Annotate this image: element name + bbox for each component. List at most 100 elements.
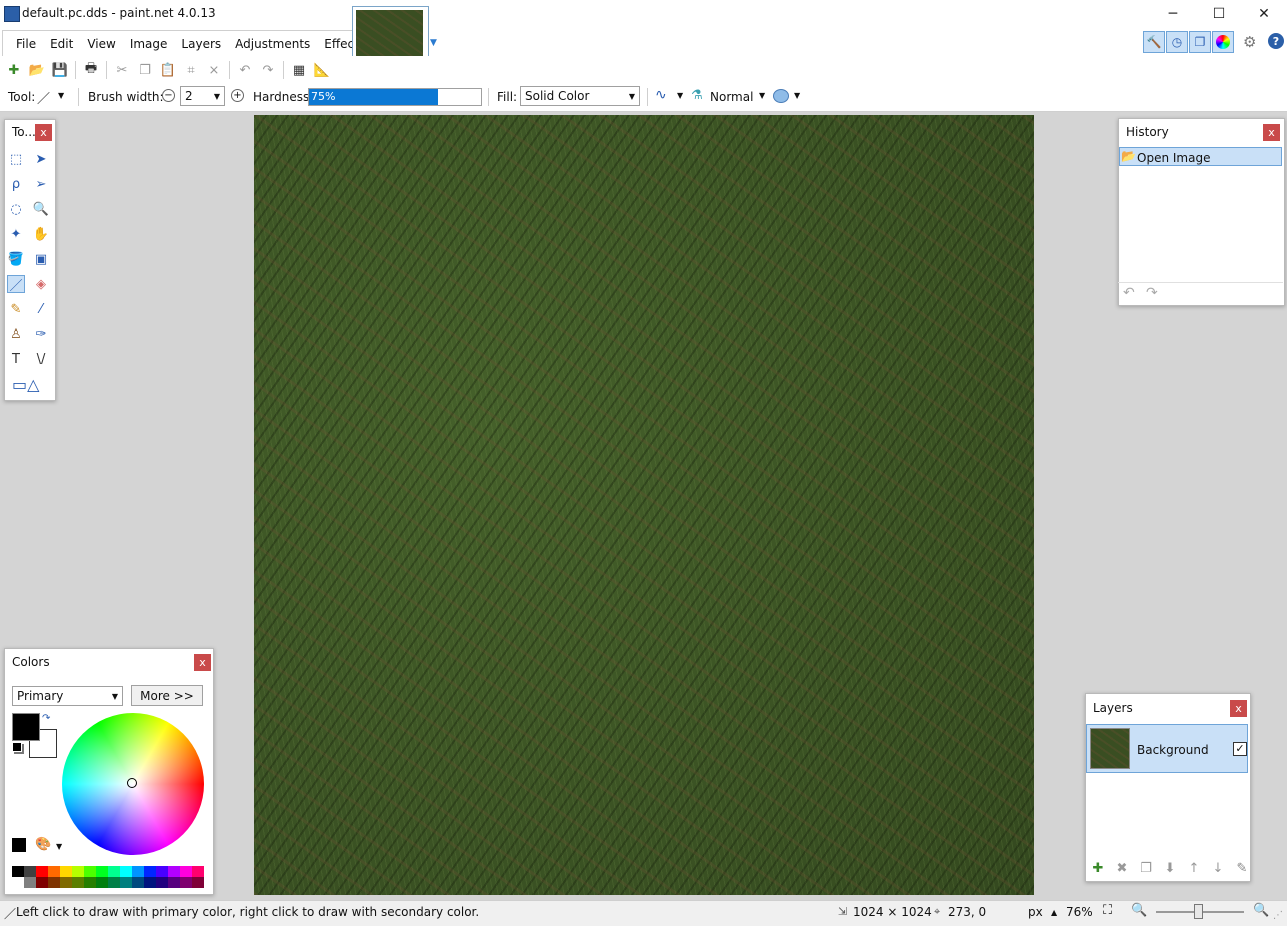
tab-list-dropdown-icon[interactable]: ▼ [430, 38, 437, 48]
merge-layer-down-icon[interactable]: ⬇ [1162, 860, 1178, 876]
ruler-icon[interactable]: 📐 [314, 62, 330, 78]
tools-panel-close-button[interactable]: x [35, 124, 52, 141]
zoom-to-window-icon[interactable]: ⛶ [1103, 903, 1112, 918]
decrease-width-icon[interactable]: − [162, 89, 175, 102]
current-tool-paintbrush-icon[interactable]: ／ [37, 88, 50, 107]
colors-panel-title: Colors [12, 655, 50, 669]
history-window-toggle-icon[interactable]: ◷ [1166, 31, 1188, 53]
minimize-button[interactable]: ─ [1150, 0, 1196, 28]
move-layer-up-icon[interactable]: ↑ [1186, 860, 1202, 876]
selection-mode-dropdown-icon[interactable]: ▼ [794, 91, 800, 100]
blend-mode-flask-icon[interactable]: ⚗ [691, 88, 703, 103]
paste-icon[interactable]: 📋 [160, 62, 176, 78]
settings-gear-icon[interactable]: ⚙ [1243, 33, 1256, 51]
menu-layers[interactable]: Layers [174, 37, 228, 51]
color-mode-combo[interactable]: Primary ▼ [12, 686, 123, 706]
chevron-down-icon: ▼ [628, 91, 635, 101]
colors-window-toggle-icon[interactable] [1212, 31, 1234, 53]
fill-label: Fill: [497, 90, 518, 104]
add-layer-icon[interactable]: ✚ [1090, 860, 1106, 876]
move-layer-down-icon[interactable]: ↓ [1210, 860, 1226, 876]
more-colors-button[interactable]: More >> [131, 685, 203, 706]
fill-value: Solid Color [525, 89, 590, 103]
resize-grip-icon[interactable]: ⋰ [1273, 910, 1283, 921]
paint-bucket-icon[interactable]: 🪣 [7, 250, 25, 268]
save-icon[interactable]: 💾 [52, 62, 68, 78]
pencil-icon[interactable]: ✎ [7, 300, 25, 318]
antialiasing-dropdown-icon[interactable]: ▼ [677, 91, 683, 100]
cut-icon[interactable]: ✂ [114, 62, 130, 78]
blend-mode-value[interactable]: Normal [710, 90, 753, 104]
move-selection-icon[interactable]: ➢ [32, 175, 50, 193]
line-curve-icon[interactable]: \/ [32, 350, 50, 368]
help-icon[interactable]: ? [1268, 33, 1284, 49]
fill-combo[interactable]: Solid Color ▼ [520, 86, 640, 106]
new-image-icon[interactable]: ✚ [6, 62, 22, 78]
redo-icon[interactable]: ↷ [260, 62, 276, 78]
zoom-icon[interactable]: 🔍 [32, 200, 50, 218]
layers-panel-close-button[interactable]: x [1230, 700, 1247, 717]
history-undo-icon[interactable]: ↶ [1123, 285, 1135, 301]
zoom-in-icon[interactable]: 🔍 [1253, 903, 1269, 918]
copy-icon[interactable]: ❐ [137, 62, 153, 78]
pan-hand-icon[interactable]: ✋ [32, 225, 50, 243]
add-to-palette-icon[interactable] [12, 838, 26, 852]
color-palette[interactable] [12, 866, 204, 888]
delete-layer-icon[interactable]: ✖ [1114, 860, 1130, 876]
swap-colors-icon[interactable]: ↷ [42, 713, 50, 724]
units-selector[interactable]: px [1028, 905, 1043, 919]
duplicate-layer-icon[interactable]: ❐ [1138, 860, 1154, 876]
recolor-icon[interactable]: ✑ [32, 325, 50, 343]
image-canvas[interactable] [254, 115, 1034, 895]
menu-adjustments[interactable]: Adjustments [228, 37, 317, 51]
clone-stamp-icon[interactable]: ♙ [7, 325, 25, 343]
grid-icon[interactable]: ▦ [291, 62, 307, 78]
layer-thumbnail [1090, 728, 1130, 769]
gradient-icon[interactable]: ▣ [32, 250, 50, 268]
color-picker-icon[interactable]: ⁄ [32, 300, 50, 318]
zoom-out-icon[interactable]: 🔍 [1131, 903, 1147, 918]
shapes-icon[interactable]: ▭△ [12, 375, 39, 394]
menu-image[interactable]: Image [123, 37, 175, 51]
units-dropdown-icon[interactable]: ▲ [1051, 908, 1057, 917]
tool-dropdown-arrow-icon[interactable]: ▼ [58, 91, 64, 100]
zoom-slider-thumb[interactable] [1194, 904, 1203, 919]
crop-to-selection-icon[interactable]: ⌗ [183, 62, 199, 78]
rectangle-select-icon[interactable]: ⬚ [7, 150, 25, 168]
menu-edit[interactable]: Edit [43, 37, 80, 51]
menu-view[interactable]: View [80, 37, 122, 51]
increase-width-icon[interactable]: + [231, 89, 244, 102]
eraser-icon[interactable]: ◈ [32, 275, 50, 293]
layer-properties-icon[interactable]: ✎ [1234, 860, 1250, 876]
magic-wand-icon[interactable]: ✦ [7, 225, 25, 243]
antialiasing-icon[interactable]: ∿ [655, 87, 667, 103]
zoom-level[interactable]: 76% [1066, 905, 1093, 919]
close-window-button[interactable]: ✕ [1241, 0, 1287, 28]
history-redo-icon[interactable]: ↷ [1146, 285, 1158, 301]
menu-file[interactable]: File [9, 37, 43, 51]
undo-icon[interactable]: ↶ [237, 62, 253, 78]
blend-mode-dropdown-icon[interactable]: ▼ [759, 91, 765, 100]
brush-width-combo[interactable]: 2 ▼ [180, 86, 225, 106]
move-selected-pixels-icon[interactable]: ➤ [32, 150, 50, 168]
deselect-icon[interactable]: ⨯ [206, 62, 222, 78]
history-panel-close-button[interactable]: x [1263, 124, 1280, 141]
open-file-icon[interactable]: 📂 [29, 62, 45, 78]
ellipse-select-icon[interactable]: ◌ [7, 200, 25, 218]
print-icon[interactable]: 🖶 [83, 61, 99, 78]
palette-dropdown-icon[interactable]: ▼ [56, 842, 62, 851]
history-item-label: Open Image [1137, 151, 1211, 165]
maximize-button[interactable]: ☐ [1196, 0, 1242, 28]
layer-visibility-checkbox[interactable]: ✓ [1233, 742, 1247, 756]
text-tool-icon[interactable]: T [7, 350, 25, 368]
primary-color-swatch[interactable] [12, 713, 40, 741]
tools-window-toggle-icon[interactable]: 🔨 [1143, 31, 1165, 53]
reset-colors-icon[interactable] [12, 742, 22, 752]
paintbrush-icon[interactable]: ／ [7, 275, 25, 294]
lasso-select-icon[interactable]: ρ [7, 175, 25, 193]
layers-window-toggle-icon[interactable]: ❐ [1189, 31, 1211, 53]
color-wheel-cursor[interactable] [127, 778, 137, 788]
colors-panel-close-button[interactable]: x [194, 654, 211, 671]
selection-mode-icon[interactable] [773, 89, 789, 103]
palette-menu-icon[interactable]: 🎨 [35, 837, 51, 852]
